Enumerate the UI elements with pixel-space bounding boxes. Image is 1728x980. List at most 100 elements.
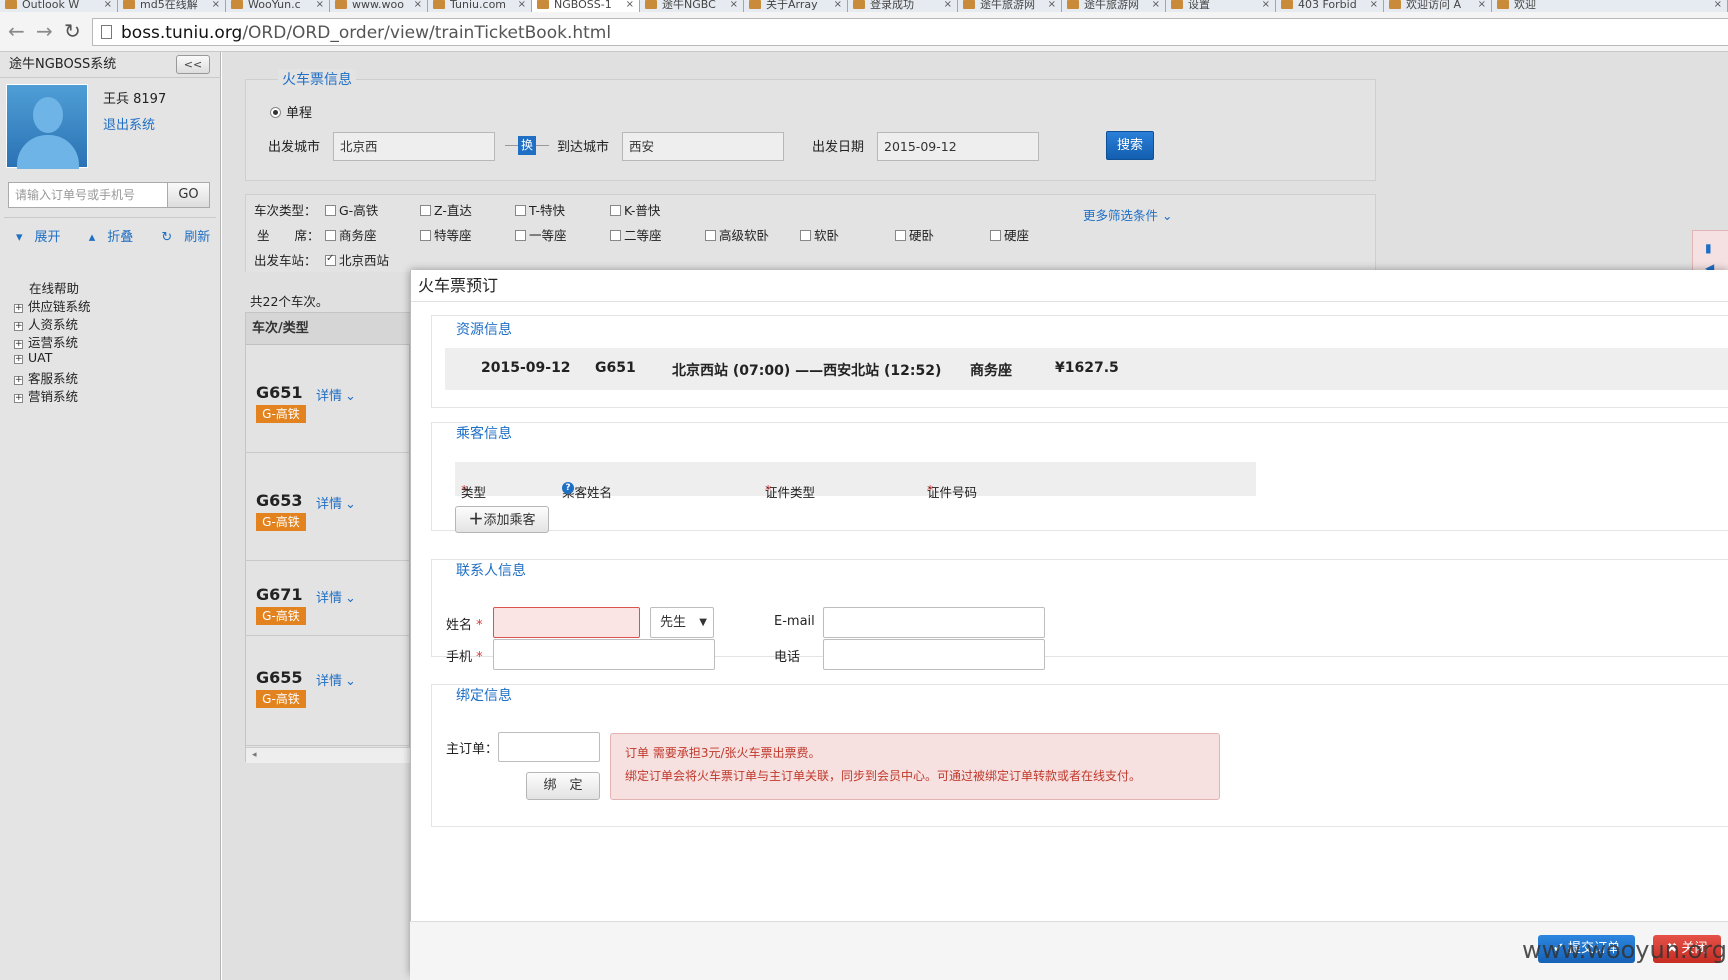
browser-tab[interactable]: 关于Array × bbox=[744, 0, 848, 12]
browser-tab[interactable]: 403 Forbid × bbox=[1276, 0, 1384, 12]
tab-close-icon[interactable]: × bbox=[626, 0, 634, 10]
expand-plus-icon[interactable]: + bbox=[14, 322, 23, 331]
train-type-checkbox[interactable]: T-特快 bbox=[515, 200, 565, 219]
seat-checkbox[interactable]: 一等座 bbox=[515, 225, 567, 244]
browser-tab[interactable]: 设置 × bbox=[1166, 0, 1276, 12]
back-icon[interactable]: ← bbox=[8, 20, 25, 42]
train-detail-link[interactable]: 详情 ⌄ bbox=[316, 493, 356, 512]
email-input[interactable] bbox=[823, 607, 1045, 638]
browser-tab[interactable]: 途牛旅游网 × bbox=[1062, 0, 1166, 12]
go-button[interactable]: GO bbox=[167, 182, 210, 208]
seat-checkbox[interactable]: 硬座 bbox=[990, 225, 1029, 244]
tab-close-icon[interactable]: × bbox=[730, 0, 738, 10]
train-type-checkbox[interactable]: K-普快 bbox=[610, 200, 660, 219]
expand-plus-icon[interactable]: + bbox=[14, 304, 23, 313]
tab-close-icon[interactable]: × bbox=[1714, 0, 1722, 10]
tab-close-icon[interactable]: × bbox=[1048, 0, 1056, 10]
browser-tab[interactable]: www.woo × bbox=[330, 0, 428, 12]
radio-icon bbox=[270, 107, 281, 118]
seat-checkbox[interactable]: 特等座 bbox=[420, 225, 472, 244]
seat-checkbox[interactable]: 高级软卧 bbox=[705, 225, 769, 244]
tab-close-icon[interactable]: × bbox=[834, 0, 842, 10]
browser-tab[interactable]: 途牛NGBC × bbox=[640, 0, 744, 12]
tab-close-icon[interactable]: × bbox=[104, 0, 112, 10]
bind-button[interactable]: 绑 定 bbox=[526, 772, 600, 800]
browser-tab[interactable]: 欢迎 × bbox=[1492, 0, 1728, 12]
help-icon[interactable]: ? bbox=[562, 482, 574, 494]
seat-checkbox[interactable]: 商务座 bbox=[325, 225, 377, 244]
train-detail-link[interactable]: 详情 ⌄ bbox=[316, 385, 356, 404]
refresh-tree-button[interactable]: ↻ 刷新 bbox=[161, 230, 222, 245]
menu-item[interactable]: + UAT bbox=[14, 350, 52, 365]
train-detail-link[interactable]: 详情 ⌄ bbox=[316, 587, 356, 606]
swap-cities-button[interactable]: 换 bbox=[518, 136, 536, 155]
menu-item[interactable]: + 客服系统 bbox=[14, 368, 78, 387]
collapse-sidebar-button[interactable]: << bbox=[176, 55, 210, 74]
expand-all-button[interactable]: ▾ 展开 bbox=[16, 230, 73, 245]
train-type-checkbox[interactable]: Z-直达 bbox=[420, 200, 472, 219]
logout-link[interactable]: 退出系统 bbox=[103, 114, 155, 133]
one-way-radio[interactable]: 单程 bbox=[270, 102, 312, 121]
tab-close-icon[interactable]: × bbox=[414, 0, 422, 10]
menu-item[interactable]: + 供应链系统 bbox=[14, 296, 91, 315]
train-type-checkbox[interactable]: G-高铁 bbox=[325, 200, 378, 219]
tab-close-icon[interactable]: × bbox=[1152, 0, 1160, 10]
tab-label: Outlook W bbox=[22, 0, 80, 11]
tab-close-icon[interactable]: × bbox=[1262, 0, 1270, 10]
menu-item[interactable]: + 运营系统 bbox=[14, 332, 78, 351]
fold-all-button[interactable]: ▴ 折叠 bbox=[89, 230, 146, 245]
expand-plus-icon[interactable]: + bbox=[14, 376, 23, 385]
mobile-input[interactable] bbox=[493, 639, 715, 670]
station-checkbox[interactable]: 北京西站 bbox=[325, 250, 389, 269]
telephone-input[interactable] bbox=[823, 639, 1045, 670]
menu-item[interactable]: 在线帮助 bbox=[14, 278, 79, 297]
checkbox-label: 软卧 bbox=[814, 228, 840, 243]
tab-favicon-icon bbox=[335, 0, 347, 9]
tab-close-icon[interactable]: × bbox=[944, 0, 952, 10]
browser-tab[interactable]: 欢迎访问 A × bbox=[1384, 0, 1492, 12]
main-order-input[interactable] bbox=[498, 732, 600, 762]
contact-name-input[interactable] bbox=[493, 607, 640, 638]
forward-icon[interactable]: → bbox=[36, 20, 53, 42]
expand-plus-icon[interactable]: + bbox=[14, 340, 23, 349]
train-row[interactable]: G653 详情 ⌄ G-高铁 bbox=[246, 453, 411, 561]
telephone-label: 电话 bbox=[774, 650, 801, 665]
menu-item[interactable]: + 营销系统 bbox=[14, 386, 78, 405]
search-button[interactable]: 搜索 bbox=[1106, 131, 1154, 160]
tab-close-icon[interactable]: × bbox=[212, 0, 220, 10]
browser-tab[interactable]: WooYun.c × bbox=[226, 0, 330, 12]
browser-tab[interactable]: 登录成功 × bbox=[848, 0, 958, 12]
browser-tab[interactable]: md5在线解 × bbox=[118, 0, 226, 12]
tab-close-icon[interactable]: × bbox=[518, 0, 526, 10]
tab-close-icon[interactable]: × bbox=[1370, 0, 1378, 10]
url-field[interactable]: boss.tuniu.org/ORD/ORD_order/view/trainT… bbox=[92, 18, 1728, 46]
expand-plus-icon[interactable]: + bbox=[14, 355, 23, 364]
title-select[interactable]: 先生 ▼ bbox=[650, 607, 714, 638]
seat-checkbox[interactable]: 硬卧 bbox=[895, 225, 934, 244]
seat-checkbox[interactable]: 软卧 bbox=[800, 225, 839, 244]
train-row[interactable]: G671 详情 ⌄ G-高铁 bbox=[246, 561, 411, 636]
browser-tab[interactable]: 途牛旅游网 × bbox=[958, 0, 1062, 12]
tab-close-icon[interactable]: × bbox=[1478, 0, 1486, 10]
from-city-input[interactable]: 北京西 bbox=[333, 132, 495, 161]
seat-checkbox[interactable]: 二等座 bbox=[610, 225, 662, 244]
depart-date-input[interactable]: 2015-09-12 bbox=[877, 132, 1039, 161]
browser-tab[interactable]: NGBOSS-1 × bbox=[532, 0, 640, 12]
add-passenger-button[interactable]: ＋添加乘客 bbox=[455, 506, 549, 533]
browser-tab[interactable]: Outlook W × bbox=[0, 0, 118, 12]
expand-plus-icon[interactable]: + bbox=[14, 394, 23, 403]
tab-label: 403 Forbid bbox=[1298, 0, 1357, 11]
browser-tab[interactable]: Tuniu.com × bbox=[428, 0, 532, 12]
train-row[interactable]: G651 详情 ⌄ G-高铁 bbox=[246, 345, 411, 453]
to-city-input[interactable]: 西安 bbox=[622, 132, 784, 161]
tab-close-icon[interactable]: × bbox=[316, 0, 324, 10]
train-row[interactable]: G655 详情 ⌄ G-高铁 bbox=[246, 636, 411, 746]
menu-item[interactable]: + 人资系统 bbox=[14, 314, 78, 333]
order-search-input[interactable]: 请输入订单号或手机号 bbox=[8, 182, 167, 208]
horizontal-scrollbar[interactable]: ◂ bbox=[246, 747, 411, 763]
tab-label: 途牛旅游网 bbox=[1084, 0, 1139, 11]
train-detail-link[interactable]: 详情 ⌄ bbox=[316, 670, 356, 689]
checkbox-icon bbox=[515, 230, 526, 241]
more-filters-link[interactable]: 更多筛选条件 ⌄ bbox=[1083, 205, 1172, 224]
reload-icon[interactable]: ↻ bbox=[64, 20, 81, 42]
